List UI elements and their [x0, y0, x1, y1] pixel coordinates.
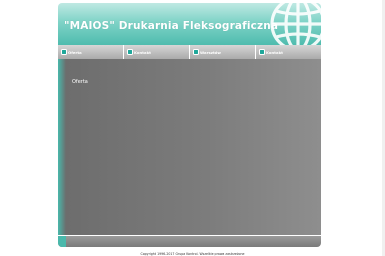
- footer-bar: [58, 236, 321, 247]
- site-title: "MAIOS" Drukarnia Fleksograficzna: [64, 20, 279, 32]
- main-content: Oferta: [58, 59, 321, 235]
- nav-item-label: Kontakt: [134, 49, 151, 55]
- site-header: "MAIOS" Drukarnia Fleksograficzna: [58, 3, 321, 45]
- content-heading: Oferta: [72, 79, 88, 85]
- main-nav: Oferta Kontakt Warsztów Kontakt: [58, 45, 321, 59]
- nav-item-kontakt[interactable]: Kontakt: [124, 45, 190, 59]
- nav-item-label: Warsztów: [200, 49, 221, 55]
- nav-item-oferta[interactable]: Oferta: [58, 45, 124, 59]
- nav-item-label: Kontakt: [266, 49, 283, 55]
- nav-item-warsztow[interactable]: Warsztów: [190, 45, 256, 59]
- nav-item-kontakt-2[interactable]: Kontakt: [256, 45, 321, 59]
- nav-bullet-icon: [127, 49, 133, 55]
- content-panel: Oferta: [66, 59, 321, 235]
- nav-bullet-icon: [61, 49, 67, 55]
- globe-icon: [270, 3, 321, 45]
- copyright-text: Copyright 1996-2017 Grupa Kontrol. Wszel…: [140, 252, 245, 256]
- nav-item-label: Oferta: [68, 49, 82, 55]
- nav-bullet-icon: [259, 49, 265, 55]
- page-container: "MAIOS" Drukarnia Fleksograficzna Oferta…: [58, 3, 321, 247]
- nav-bullet-icon: [193, 49, 199, 55]
